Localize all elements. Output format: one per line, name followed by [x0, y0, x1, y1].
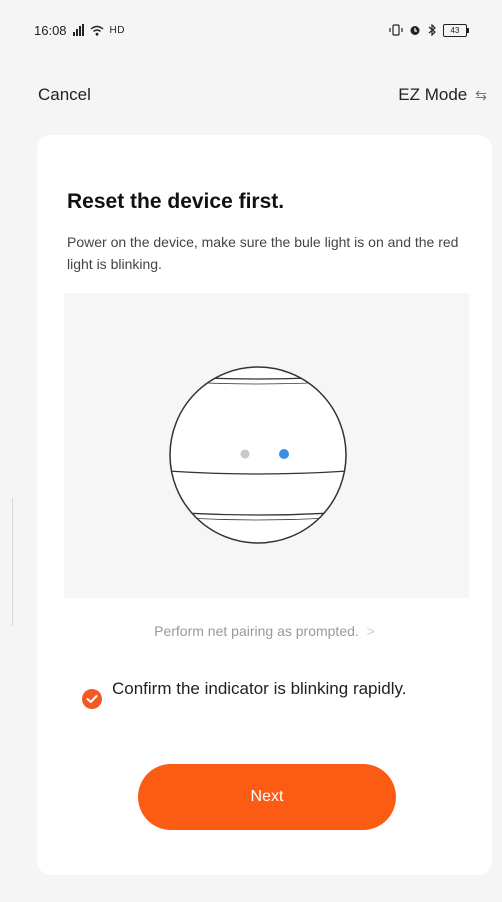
- signal-icon: [72, 24, 84, 36]
- swap-icon: ⇆: [475, 86, 487, 103]
- instruction-card: Reset the device first. Power on the dev…: [37, 135, 492, 875]
- chevron-right-icon: >: [366, 623, 375, 639]
- page-title: Reset the device first.: [67, 190, 285, 213]
- status-right: 43: [389, 23, 469, 37]
- status-bar: 16:08 HD 43: [0, 0, 502, 60]
- battery-level: 43: [450, 25, 460, 35]
- vibrate-icon: [389, 24, 403, 36]
- mode-label: EZ Mode: [398, 85, 468, 104]
- confirm-label: Confirm the indicator is blinking rapidl…: [112, 679, 407, 698]
- net-pairing-label: Perform net pairing as prompted.: [154, 623, 359, 639]
- device-image: [169, 366, 347, 544]
- alarm-icon: [410, 26, 420, 35]
- ez-mode-button[interactable]: EZ Mode ⇆: [398, 85, 487, 105]
- side-handle: [12, 498, 13, 626]
- check-icon[interactable]: [82, 689, 102, 709]
- status-time: 16:08: [34, 22, 67, 38]
- confirm-checkbox-row[interactable]: Confirm the indicator is blinking rapidl…: [82, 677, 442, 709]
- nav-bar: Cancel EZ Mode ⇆: [0, 72, 502, 118]
- battery-icon: 43: [443, 23, 469, 37]
- network-label: HD: [109, 24, 125, 36]
- indicator-grey-light: [240, 449, 250, 459]
- device-illustration: [64, 293, 469, 598]
- next-button[interactable]: Next: [138, 764, 396, 830]
- net-pairing-link[interactable]: Perform net pairing as prompted. >: [37, 623, 492, 639]
- wifi-icon: [90, 25, 103, 36]
- instruction-text: Power on the device, make sure the bule …: [67, 234, 459, 272]
- indicator-blue-light: [279, 449, 289, 459]
- bluetooth-icon: [428, 24, 436, 36]
- status-left: 16:08 HD: [34, 23, 125, 38]
- cancel-button[interactable]: Cancel: [38, 85, 91, 105]
